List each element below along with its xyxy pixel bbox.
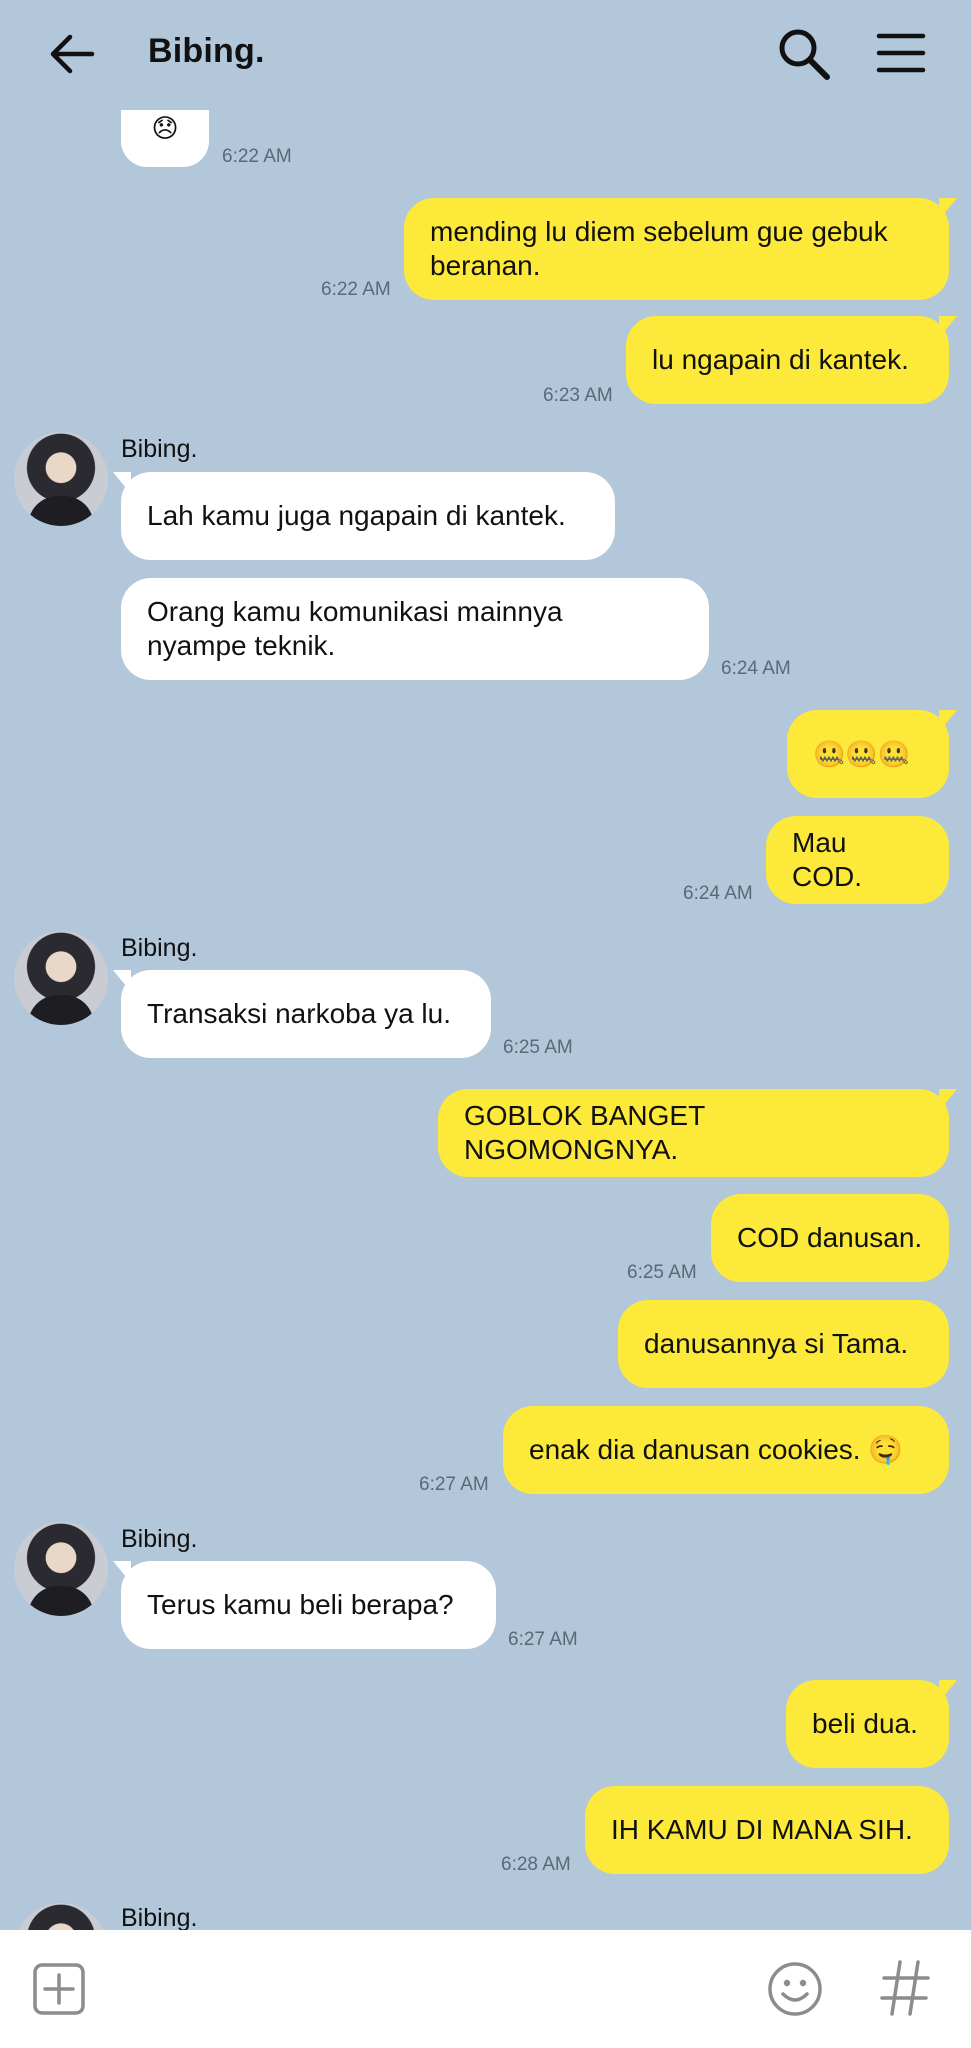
emoji-icon[interactable] <box>766 1960 824 2018</box>
message-time: 6:24 AM <box>683 883 753 904</box>
message-text: lu ngapain di kantek. <box>652 344 909 375</box>
message-bubble-outgoing[interactable]: lu ngapain di kantek. <box>626 316 957 404</box>
chat-scroll-area[interactable]: 😞 6:22 AM mending lu diem sebelum gue ge… <box>0 0 971 1930</box>
chat-title[interactable]: Bibing. <box>148 32 265 71</box>
message-bubble-incoming[interactable]: Lah kamu juga ngapain di kantek. <box>113 472 615 560</box>
message-bubble-outgoing[interactable]: enak dia danusan cookies. 🤤 <box>503 1406 949 1494</box>
message-text: Terus kamu beli berapa? <box>147 1589 454 1620</box>
sender-name: Bibing. <box>121 1904 198 1930</box>
message-time: 6:25 AM <box>503 1037 573 1058</box>
message-bubble-outgoing[interactable]: Mau COD. <box>766 816 949 904</box>
message-time: 6:27 AM <box>508 1629 578 1650</box>
message-bubble-outgoing[interactable]: IH KAMU DI MANA SIH. <box>585 1786 949 1874</box>
message-text: GOBLOK BANGET NGOMONGNYA. <box>464 1100 713 1165</box>
message-text: Mau COD. <box>792 827 862 892</box>
avatar[interactable] <box>14 1903 108 1930</box>
message-bubble-outgoing[interactable]: danusannya si Tama. <box>618 1300 949 1388</box>
message-bubble-outgoing[interactable]: GOBLOK BANGET NGOMONGNYA. <box>438 1089 957 1177</box>
plus-square-icon[interactable] <box>32 1962 86 2016</box>
message-text: mending lu diem sebelum gue gebuk berana… <box>430 216 888 281</box>
message-text: Lah kamu juga ngapain di kantek. <box>147 500 566 531</box>
message-text: COD danusan. <box>737 1222 923 1253</box>
message-time: 6:27 AM <box>419 1474 489 1495</box>
message-text: enak dia danusan cookies. 🤤 <box>529 1434 904 1465</box>
message-input-bar[interactable] <box>0 1930 971 2048</box>
message-bubble-incoming[interactable]: Terus kamu beli berapa? <box>113 1561 496 1649</box>
message-time: 6:24 AM <box>721 658 791 679</box>
sender-name: Bibing. <box>121 934 198 962</box>
sender-name: Bibing. <box>121 435 198 463</box>
message-text: 😞 <box>151 113 179 143</box>
message-bubble-incoming[interactable]: Transaksi narkoba ya lu. <box>113 970 491 1058</box>
message-bubble-outgoing[interactable]: beli dua. <box>786 1680 957 1768</box>
message-time: 6:22 AM <box>321 279 391 300</box>
message-text: IH KAMU DI MANA SIH. <box>611 1814 913 1845</box>
message-time: 6:28 AM <box>501 1854 571 1875</box>
sender-name: Bibing. <box>121 1525 198 1553</box>
message-text: danusannya si Tama. <box>644 1328 909 1359</box>
message-time: 6:22 AM <box>222 146 292 167</box>
hashtag-icon[interactable] <box>880 1958 930 2018</box>
message-bubble-outgoing[interactable]: 🤐🤐🤐 <box>787 710 957 798</box>
message-time: 6:23 AM <box>543 385 613 406</box>
message-text: 🤐🤐🤐 <box>813 739 911 769</box>
message-text: Transaksi narkoba ya lu. <box>147 998 451 1029</box>
chat-header: Bibing. <box>0 0 971 110</box>
message-time: 6:25 AM <box>627 1262 697 1283</box>
message-bubble-outgoing[interactable]: COD danusan. <box>711 1194 949 1282</box>
back-arrow-icon[interactable] <box>46 28 98 80</box>
message-bubble-incoming[interactable]: Orang kamu komunikasi mainnya nyampe tek… <box>121 578 709 680</box>
avatar[interactable] <box>14 931 108 1025</box>
menu-icon[interactable] <box>876 30 926 76</box>
avatar[interactable] <box>14 1522 108 1616</box>
message-text: beli dua. <box>812 1708 918 1739</box>
avatar[interactable] <box>14 432 108 526</box>
message-text: Orang kamu komunikasi mainnya nyampe tek… <box>147 596 563 661</box>
message-bubble-outgoing[interactable]: mending lu diem sebelum gue gebuk berana… <box>404 198 957 300</box>
search-icon[interactable] <box>776 26 832 82</box>
